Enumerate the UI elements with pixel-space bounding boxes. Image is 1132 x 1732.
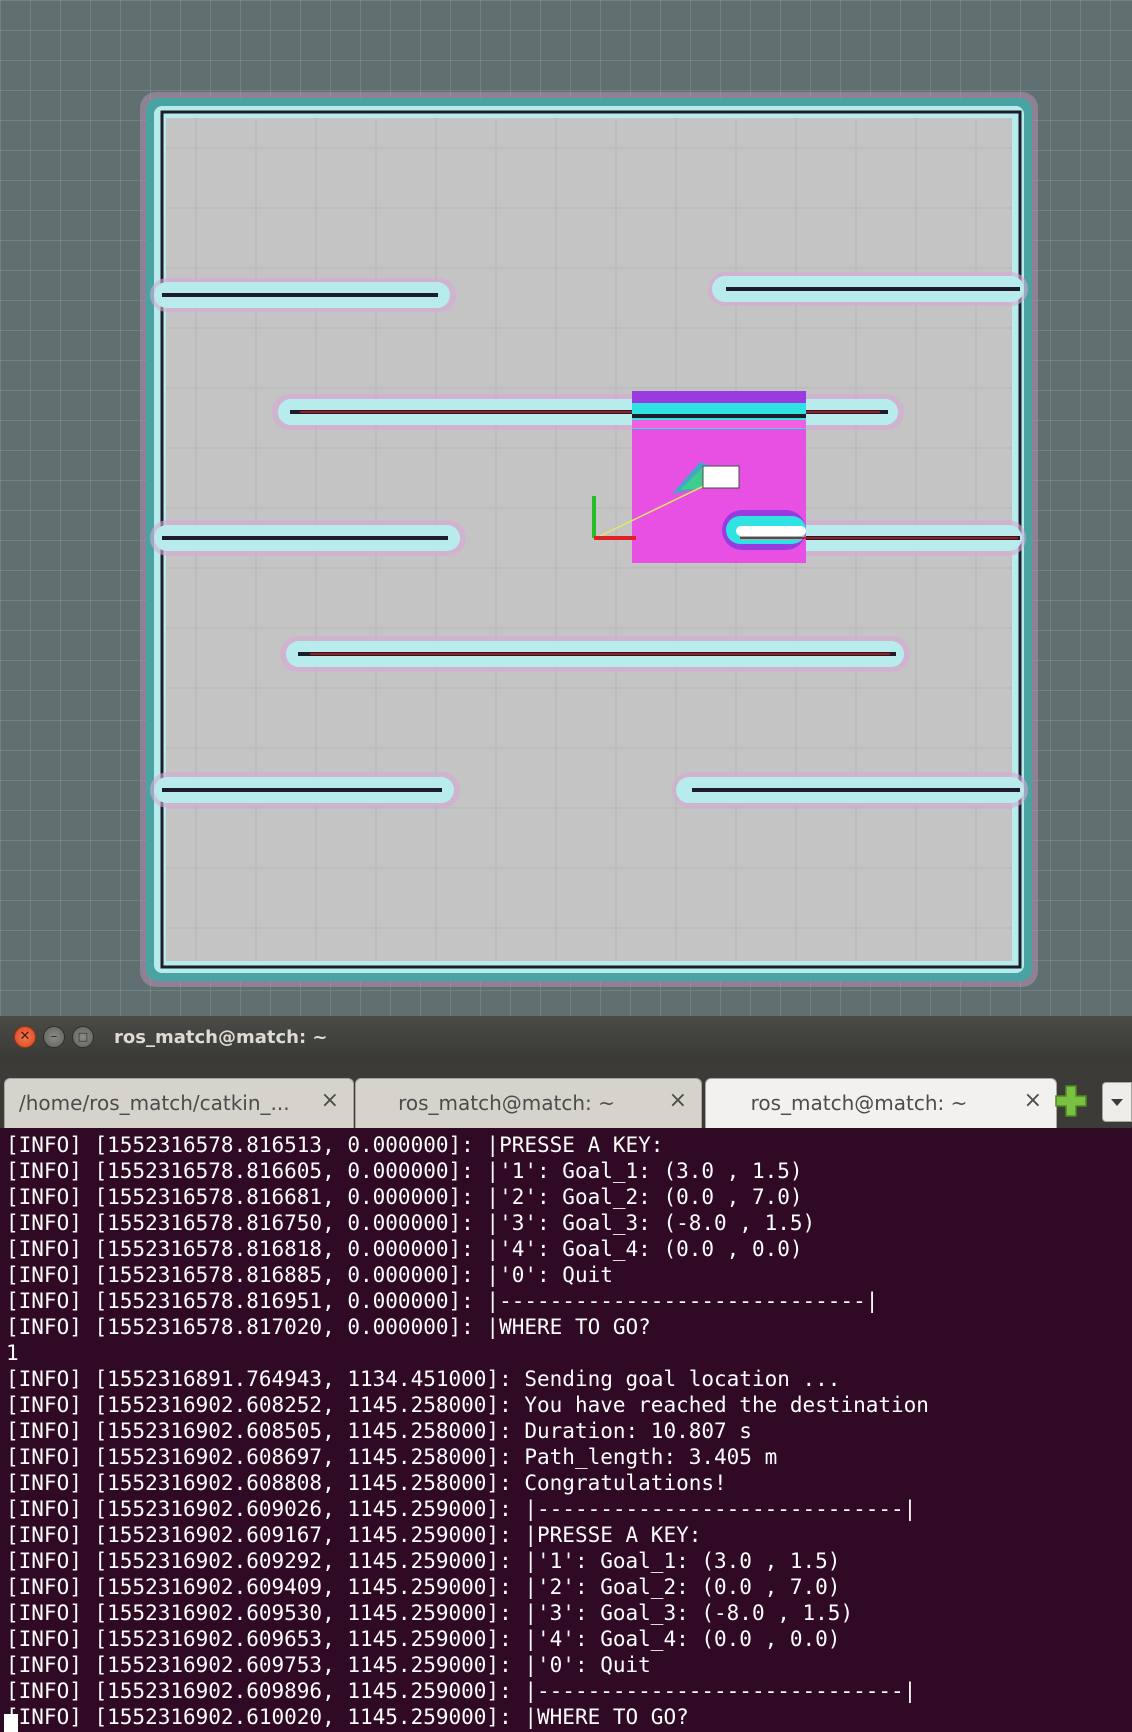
close-icon[interactable]: ✕ <box>14 1026 36 1048</box>
tab-label: ros_match@match: ~ <box>398 1091 615 1115</box>
tab-label: ros_match@match: ~ <box>750 1091 968 1115</box>
terminal-line: [INFO] [1552316902.608808, 1145.258000]:… <box>6 1471 727 1495</box>
terminal-line: [INFO] [1552316578.816513, 0.000000]: |P… <box>6 1133 664 1157</box>
tab-catkin[interactable]: /home/ros_match/catkin_... × <box>4 1078 354 1128</box>
terminal-line: [INFO] [1552316902.608252, 1145.258000]:… <box>6 1393 929 1417</box>
window-title: ros_match@match: ~ <box>114 1027 328 1048</box>
tab-label: /home/ros_match/catkin_... <box>19 1091 290 1115</box>
close-icon[interactable]: × <box>1024 1088 1042 1113</box>
rviz-map-view[interactable] <box>0 0 1132 1016</box>
tab-ros-match-2[interactable]: ros_match@match: ~ × <box>355 1078 702 1128</box>
terminal-line: [INFO] [1552316902.609753, 1145.259000]:… <box>6 1653 651 1677</box>
terminal-line: 1 <box>6 1341 19 1365</box>
terminal-line: [INFO] [1552316578.816750, 0.000000]: |'… <box>6 1211 816 1235</box>
close-icon[interactable]: × <box>321 1088 339 1113</box>
terminal-line: [INFO] [1552316578.816818, 0.000000]: |'… <box>6 1237 803 1261</box>
terminal-line: [INFO] [1552316578.816681, 0.000000]: |'… <box>6 1185 803 1209</box>
terminal-line: [INFO] [1552316902.609409, 1145.259000]:… <box>6 1575 841 1599</box>
terminal-line: [INFO] [1552316902.609896, 1145.259000]:… <box>6 1679 917 1703</box>
terminal-line: [INFO] [1552316578.817020, 0.000000]: |W… <box>6 1315 651 1339</box>
minimize-icon[interactable]: – <box>43 1026 65 1048</box>
terminal-line: [INFO] [1552316578.816605, 0.000000]: |'… <box>6 1159 803 1183</box>
terminal-line: [INFO] [1552316902.609026, 1145.259000]:… <box>6 1497 917 1521</box>
tab-ros-match-active[interactable]: ros_match@match: ~ × <box>705 1078 1057 1128</box>
terminal-line: [INFO] [1552316902.608505, 1145.258000]:… <box>6 1419 752 1443</box>
terminal-output[interactable]: [INFO] [1552316578.816513, 0.000000]: |P… <box>6 1132 1132 1732</box>
terminal-line: [INFO] [1552316902.610020, 1145.259000]:… <box>6 1705 689 1729</box>
terminal-line: [INFO] [1552316578.816951, 0.000000]: |-… <box>6 1289 879 1313</box>
terminal-line: [INFO] [1552316902.609530, 1145.259000]:… <box>6 1601 854 1625</box>
maximize-icon[interactable]: □ <box>72 1026 94 1048</box>
window-titlebar[interactable]: ✕ – □ ros_match@match: ~ <box>0 1016 1132 1060</box>
robot-footprint[interactable] <box>702 465 740 489</box>
terminal-line: [INFO] [1552316902.609653, 1145.259000]:… <box>6 1627 841 1651</box>
text-cursor <box>4 1714 18 1732</box>
terminal-line: [INFO] [1552316578.816885, 0.000000]: |'… <box>6 1263 613 1287</box>
terminal-window[interactable]: ✕ – □ ros_match@match: ~ /home/ros_match… <box>0 1016 1132 1732</box>
close-icon[interactable]: × <box>669 1088 687 1113</box>
terminal-line: [INFO] [1552316902.608697, 1145.258000]:… <box>6 1445 778 1469</box>
terminal-line: [INFO] [1552316902.609292, 1145.259000]:… <box>6 1549 841 1573</box>
plus-icon[interactable] <box>1054 1084 1088 1118</box>
terminal-line: [INFO] [1552316902.609167, 1145.259000]:… <box>6 1523 702 1547</box>
terminal-line: [INFO] [1552316891.764943, 1134.451000]:… <box>6 1367 841 1391</box>
tab-bar: /home/ros_match/catkin_... × ros_match@m… <box>0 1060 1132 1128</box>
occupancy-map <box>140 92 1038 987</box>
tab-menu-button[interactable] <box>1102 1082 1132 1122</box>
chevron-down-icon <box>1111 1099 1123 1106</box>
